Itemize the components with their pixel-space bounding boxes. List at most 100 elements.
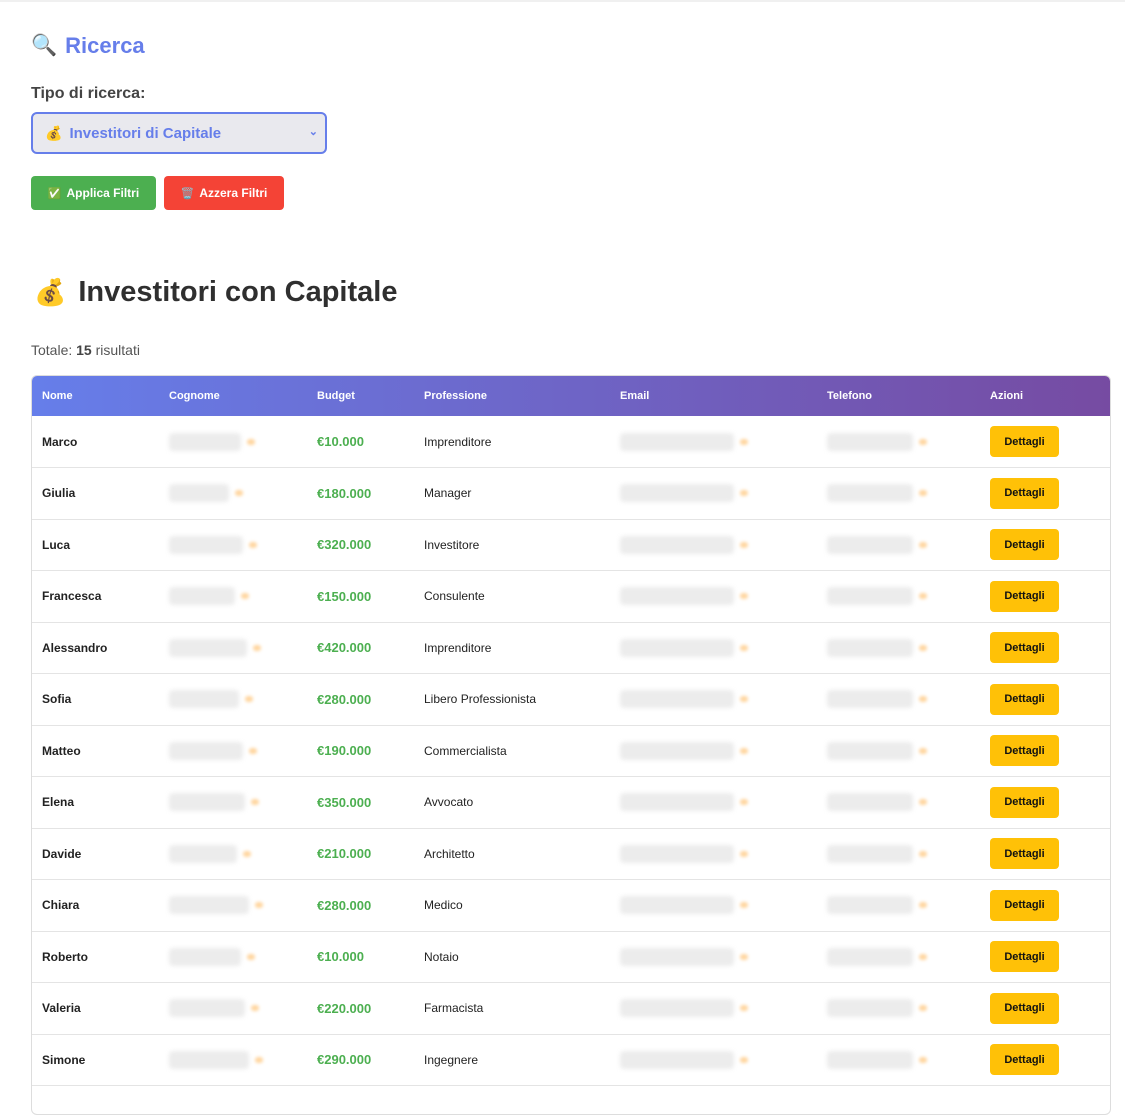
cell-budget: €210.000 [317, 846, 372, 862]
redacted-cognome [169, 793, 245, 812]
cell-professione: Investitore [424, 537, 480, 552]
redacted-telefono [827, 896, 913, 915]
cell-budget: €220.000 [317, 1000, 372, 1016]
redacted-telefono [827, 1050, 913, 1069]
redacted-marker [740, 541, 748, 548]
cell-telefono-redacted [817, 416, 980, 468]
dettagli-button[interactable]: Dettagli [990, 529, 1059, 561]
cell-nome: Alessandro [42, 640, 108, 655]
dettagli-button[interactable]: Dettagli [990, 632, 1059, 664]
dettagli-button[interactable]: Dettagli [990, 735, 1059, 767]
redacted-marker [919, 1005, 927, 1012]
dettagli-button[interactable]: Dettagli [990, 580, 1059, 612]
cell-professione: Farmacista [424, 1001, 484, 1016]
redacted-email [620, 793, 734, 812]
apply-filters-button[interactable]: ✅ Applica Filtri [31, 176, 156, 210]
cell-telefono-redacted [817, 777, 980, 829]
dettagli-button[interactable]: Dettagli [990, 1044, 1059, 1076]
cell-azioni: Dettagli [980, 777, 1110, 829]
column-header-azioni: Azioni [990, 390, 1023, 402]
reset-filters-button[interactable]: 🗑️ Azzera Filtri [164, 176, 284, 210]
table-row: Sofia €280.000 Libero Professionista Dettag… [32, 674, 1110, 726]
cell-email-redacted [610, 880, 817, 932]
redacted-marker [919, 593, 927, 600]
search-title-text: Ricerca [65, 33, 145, 58]
cell-email-redacted [610, 725, 817, 777]
column-header-cognome[interactable]: Cognome [159, 376, 307, 416]
redacted-marker [919, 541, 927, 548]
cell-azioni: Dettagli [980, 725, 1110, 777]
redacted-marker [251, 1005, 259, 1012]
cell-azioni: Dettagli [980, 1034, 1110, 1086]
cell-cognome-redacted [159, 983, 307, 1035]
dettagli-button[interactable]: Dettagli [990, 889, 1059, 921]
top-border [0, 0, 1125, 2]
cell-cognome-redacted [159, 468, 307, 520]
table-row: Francesca €150.000 Consulente Dettagli [32, 571, 1110, 622]
cell-professione: Commercialista [424, 743, 507, 758]
cell-azioni: Dettagli [980, 880, 1110, 932]
dettagli-button[interactable]: Dettagli [990, 426, 1059, 457]
table-row: Chiara €280.000 Medico Dettagli [32, 880, 1110, 932]
dettagli-button[interactable]: Dettagli [990, 992, 1059, 1024]
dettagli-button[interactable]: Dettagli [990, 786, 1059, 818]
table-row: Alessandro €420.000 Imprenditore Dettagli [32, 622, 1110, 674]
redacted-marker [740, 644, 748, 651]
cell-cognome-redacted [159, 777, 307, 829]
column-header-nome[interactable]: Nome [32, 376, 159, 416]
redacted-marker [255, 1056, 263, 1063]
search-type-label: Tipo di ricerca: [31, 85, 146, 102]
magnifier-icon: 🔍 [31, 34, 58, 57]
redacted-marker [740, 490, 748, 497]
redacted-marker [249, 541, 257, 548]
column-header-budget[interactable]: Budget [307, 376, 414, 416]
search-type-select[interactable]: 💰 Investitori di Capitale ⌄ [31, 112, 327, 154]
redacted-cognome [169, 690, 239, 709]
cell-telefono-redacted [817, 468, 980, 520]
chevron-down-icon: ⌄ [308, 126, 318, 138]
column-header-professione[interactable]: Professione [414, 376, 610, 416]
redacted-marker [919, 799, 927, 806]
cell-nome: Valeria [42, 1001, 81, 1016]
dettagli-button[interactable]: Dettagli [990, 838, 1059, 870]
column-header-email[interactable]: Email [610, 376, 817, 416]
table-row: Davide €210.000 Architetto Dettagli [32, 828, 1110, 880]
dettagli-button[interactable]: Dettagli [990, 683, 1059, 715]
reset-filters-label: Azzera Filtri [199, 186, 268, 200]
results-total: Totale: 15 risultati [31, 342, 140, 358]
redacted-marker [249, 747, 257, 754]
column-header-telefono[interactable]: Telefono [817, 376, 980, 416]
redacted-marker [919, 850, 927, 857]
redacted-telefono [827, 690, 913, 709]
cell-cognome-redacted [159, 1034, 307, 1086]
table-row: Giulia €180.000 Manager Dettagli [32, 468, 1110, 520]
redacted-cognome [169, 1050, 249, 1069]
cell-professione: Imprenditore [424, 434, 492, 449]
cell-nome: Simone [42, 1052, 86, 1067]
cell-telefono-redacted [817, 674, 980, 726]
cell-email-redacted [610, 519, 817, 571]
redacted-marker [740, 850, 748, 857]
redacted-cognome [169, 638, 247, 657]
table-row: Elena €350.000 Avvocato Dettagli [32, 777, 1110, 829]
redacted-marker [241, 593, 249, 600]
redacted-marker [740, 438, 748, 445]
dettagli-button[interactable]: Dettagli [990, 477, 1059, 509]
redacted-telefono [827, 793, 913, 812]
dettagli-button[interactable]: Dettagli [990, 941, 1059, 973]
redacted-email [620, 587, 734, 606]
redacted-telefono [827, 999, 913, 1018]
cell-cognome-redacted [159, 519, 307, 571]
results-table: Nome Cognome Budget Professione Email Te… [32, 376, 1110, 1086]
cell-nome: Luca [42, 537, 71, 552]
cell-budget: €420.000 [317, 640, 372, 656]
table-header-row: Nome Cognome Budget Professione Email Te… [32, 376, 1110, 416]
trash-icon: 🗑️ [180, 187, 195, 200]
table-row: Roberto €10.000 Notaio Dettagli [32, 931, 1110, 983]
cell-nome: Matteo [42, 743, 81, 758]
cell-azioni: Dettagli [980, 983, 1110, 1035]
redacted-cognome [169, 432, 241, 451]
cell-budget: €280.000 [317, 691, 372, 707]
redacted-marker [919, 953, 927, 960]
redacted-marker [919, 490, 927, 497]
